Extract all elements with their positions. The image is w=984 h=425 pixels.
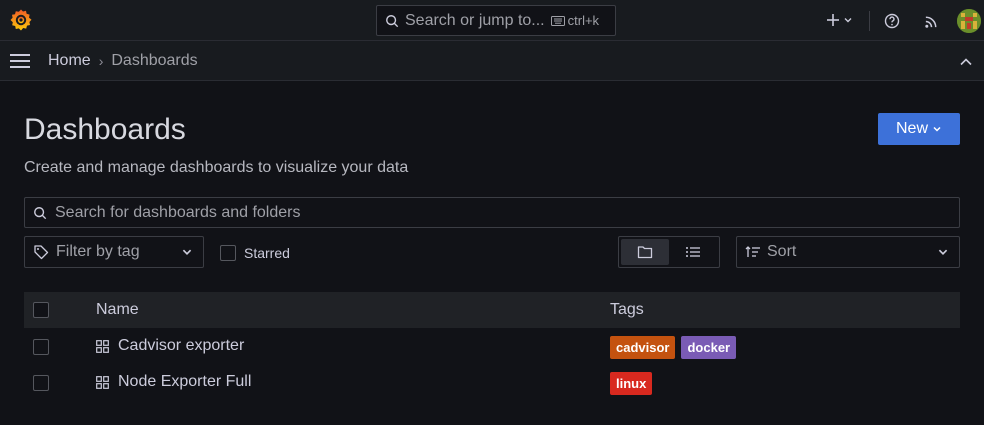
starred-filter[interactable]: Starred xyxy=(220,245,290,261)
plus-icon xyxy=(826,14,839,26)
sort-placeholder: Sort xyxy=(767,243,797,260)
list-view-button[interactable] xyxy=(669,239,717,265)
dashboard-title-link[interactable]: Node Exporter Full xyxy=(118,373,251,391)
table-row[interactable]: Node Exporter Full linux xyxy=(24,364,960,400)
column-header-name[interactable]: Name xyxy=(96,301,139,319)
global-search-placeholder: Search or jump to... xyxy=(405,11,545,29)
page-subtitle: Create and manage dashboards to visualiz… xyxy=(24,159,409,176)
avatar-image xyxy=(957,9,981,33)
column-header-tags: Tags xyxy=(610,301,644,318)
tag-filter-placeholder: Filter by tag xyxy=(56,243,140,260)
breadcrumb-separator: › xyxy=(98,53,104,69)
starred-label: Starred xyxy=(244,245,290,261)
chevron-up-icon[interactable] xyxy=(958,54,974,70)
chevron-down-icon xyxy=(933,126,941,132)
search-icon xyxy=(386,14,399,27)
rss-icon xyxy=(924,16,936,28)
dashboard-grid-icon xyxy=(96,376,109,389)
user-avatar[interactable] xyxy=(957,9,981,33)
sort-icon xyxy=(745,246,760,257)
help-button[interactable] xyxy=(883,7,901,35)
tag-badge[interactable]: docker xyxy=(681,336,737,359)
list-icon xyxy=(686,247,700,257)
chevron-down-icon xyxy=(182,249,192,255)
news-button[interactable] xyxy=(922,7,940,35)
new-dashboard-button[interactable]: New xyxy=(878,113,960,145)
tag-list: linux xyxy=(610,372,653,395)
tag-badge[interactable]: linux xyxy=(610,372,653,395)
starred-checkbox[interactable] xyxy=(220,245,236,261)
folder-icon xyxy=(637,246,653,259)
breadcrumb-bar: Home › Dashboards xyxy=(0,41,984,81)
dashboard-grid-icon xyxy=(96,340,109,353)
breadcrumb: Home › Dashboards xyxy=(48,41,198,81)
grafana-logo-icon[interactable] xyxy=(9,8,33,32)
global-search-input[interactable]: Search or jump to... ctrl+k xyxy=(376,5,616,36)
row-checkbox[interactable] xyxy=(33,375,49,391)
folder-view-button[interactable] xyxy=(621,239,669,265)
add-new-button[interactable] xyxy=(822,6,856,34)
row-checkbox[interactable] xyxy=(33,339,49,355)
toolbar-divider xyxy=(869,11,870,31)
new-button-label: New xyxy=(895,120,928,137)
menu-icon[interactable] xyxy=(9,52,31,70)
shortcut-label: ctrl+k xyxy=(567,13,600,28)
tag-icon xyxy=(34,245,49,260)
view-mode-toggle xyxy=(618,236,720,268)
tag-filter-select[interactable]: Filter by tag xyxy=(24,236,204,268)
page-title: Dashboards xyxy=(24,113,186,146)
breadcrumb-home-link[interactable]: Home xyxy=(48,52,91,70)
dashboard-search-input[interactable]: Search for dashboards and folders xyxy=(24,197,960,228)
sort-select[interactable]: Sort xyxy=(736,236,960,268)
tag-badge[interactable]: cadvisor xyxy=(610,336,676,359)
breadcrumb-current: Dashboards xyxy=(111,52,198,69)
tag-list: cadvisor docker xyxy=(610,336,737,359)
chevron-down-icon xyxy=(938,249,948,255)
table-row[interactable]: Cadvisor exporter cadvisor docker xyxy=(24,328,960,364)
help-icon xyxy=(884,13,900,29)
keyboard-shortcut: ctrl+k xyxy=(550,13,600,28)
select-all-checkbox[interactable] xyxy=(33,302,49,318)
search-icon xyxy=(34,206,47,219)
table-header: Name Tags xyxy=(24,292,960,328)
chevron-down-icon xyxy=(844,18,851,23)
top-bar: Search or jump to... ctrl+k xyxy=(0,0,984,41)
dashboard-title-link[interactable]: Cadvisor exporter xyxy=(118,337,244,355)
keyboard-icon xyxy=(550,15,565,26)
dashboard-search-placeholder: Search for dashboards and folders xyxy=(55,203,301,221)
